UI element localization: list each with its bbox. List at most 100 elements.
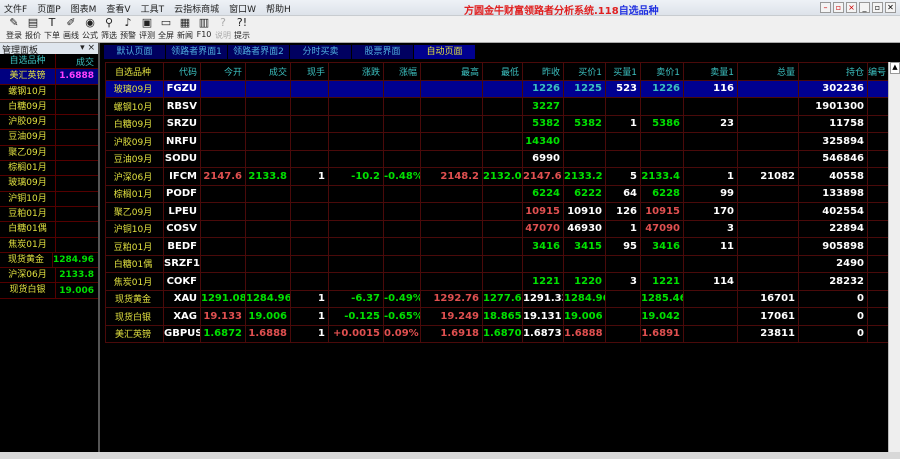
table-row[interactable]: 沪铜10月 COSV 47070 46930 1 47090 3 22894 [105,219,889,238]
child-minimize-icon[interactable]: – [820,2,831,13]
panel-row[interactable]: 棕榈01月 [0,161,98,177]
menu-item[interactable]: 页面P [37,2,60,15]
table-cell: 0.09% [383,324,421,343]
column-header[interactable]: 卖量1 [683,62,738,81]
toolbar-button[interactable]: ◉ 公式 [80,16,100,42]
child-close-icon[interactable]: × [846,2,857,13]
panel-row[interactable]: 聚乙09月 [0,145,98,162]
panel-close-icon[interactable]: ▾ × [80,43,95,53]
column-header[interactable]: 编号 [867,62,889,81]
panel-row[interactable]: 现货黄金 1284.96 [0,252,98,269]
close-icon[interactable]: ✕ [885,2,896,13]
table-row[interactable]: 现货白银 XAG 19.133 19.006 1 -0.125 -0.65% 19.249 18… [105,307,889,326]
column-header[interactable]: 成交 [245,62,291,81]
table-cell: 170 [683,202,738,221]
table-row[interactable]: 螺钢10月 RBSV 3227 1901300 [105,97,889,116]
table-cell: 1.6872 [200,324,246,343]
vertical-scrollbar[interactable]: ▲ [888,62,900,452]
menu-item[interactable]: 窗口W [229,2,256,15]
column-header[interactable]: 总量 [737,62,799,81]
panel-row[interactable]: 现货白银 19.006 [0,283,98,299]
table-row[interactable]: 白糖09月 SRZU 5382 5382 1 5386 23 11758 [105,114,889,133]
toolbar-button[interactable]: ♪ 预警 [118,16,138,42]
toolbar-button[interactable]: ▭ 全屏 [156,16,176,42]
menu-item[interactable]: 文件F [4,2,27,15]
table-cell [683,97,738,116]
tab-4[interactable]: 股票界面 [352,45,414,59]
menu-item[interactable]: 图表M [71,2,97,15]
column-header[interactable]: 持仓 [798,62,868,81]
menu-item[interactable]: 工具T [141,2,165,15]
column-header[interactable]: 最低 [482,62,523,81]
toolbar-button[interactable]: ▦ 新闻 [175,16,195,42]
minimize-icon[interactable]: _ [859,2,870,13]
table-cell: 2147.6 [522,167,564,186]
table-row[interactable]: 豆油09月 SODU 6990 546846 [105,149,889,168]
tab-0[interactable]: 默认页面 [104,45,166,59]
panel-row[interactable]: 豆粕01月 [0,206,98,223]
table-row[interactable]: 美汇英镑GBPUSD1.68721.68881+0.00150.09%1.691… [105,324,889,343]
table-row[interactable]: 现货黄金 XAU 1291.08 1284.96 1 -6.37 -0.49% 1292.76… [105,289,889,308]
scroll-up-icon[interactable]: ▲ [890,62,900,74]
column-header[interactable]: 最高 [420,62,483,81]
menu-item[interactable]: 查看V [106,2,130,15]
menu-item[interactable]: 云指标商城 [174,2,219,15]
panel-row[interactable]: 沪胶09月 [0,115,98,131]
table-row[interactable]: 沪胶09月 NRFU 14340 325894 [105,132,889,151]
toolbar-button[interactable]: ⚲ 筛选 [99,16,119,42]
column-header[interactable]: 卖价1 [640,62,684,81]
column-header[interactable]: 代码 [163,62,201,81]
panel-row-name: 沪铜10月 [0,191,56,206]
column-header[interactable]: 涨幅 [383,62,421,81]
column-header[interactable]: 昨收 [522,62,564,81]
panel-row[interactable]: 螺钢10月 [0,84,98,100]
table-cell: 3415 [563,237,606,256]
panel-row[interactable]: 玻璃09月 [0,176,98,192]
table-cell: 10915 [640,202,684,221]
column-header[interactable]: 涨跌 [328,62,384,81]
toolbar-icon: ▦ [179,16,191,29]
column-header[interactable]: 买价1 [563,62,606,81]
toolbar-button[interactable]: ▣ 评测 [137,16,157,42]
tab-1[interactable]: 领路者界面1 [166,45,228,59]
toolbar-button[interactable]: ✐ 画线 [61,16,81,42]
table-cell [290,114,329,133]
restore-icon[interactable]: ▫ [872,2,883,13]
tab-5[interactable]: 自动页面 [414,45,476,59]
tab-2[interactable]: 领路者界面2 [228,45,290,59]
table-cell [482,149,523,168]
panel-row[interactable]: 白糖09月 [0,99,98,116]
panel-row[interactable]: 沪铜10月 [0,191,98,207]
toolbar-button[interactable]: ✎ 登录 [4,16,24,42]
panel-row[interactable]: 豆油09月 [0,130,98,146]
table-row[interactable]: 聚乙09月 LPEU 10915 10910 126 10915 170 402554 [105,202,889,221]
table-row[interactable]: 沪深06月 IFCM 2147.6 2133.8 1 -10.2 -0.48% 2148.2 2… [105,167,889,186]
table-row[interactable]: 玻璃09月 FGZU 1226 1225 523 1226 116 302236 [105,79,889,98]
column-header[interactable]: 现手 [290,62,329,81]
table-row[interactable]: 棕榈01月 PODF 6224 6222 64 6228 99 133898 [105,184,889,203]
table-cell [290,184,329,203]
column-header[interactable]: 买量1 [605,62,641,81]
column-header[interactable]: 自选品种 [105,62,164,81]
table-row[interactable]: 焦炭01月 COKF 1221 1220 3 1221 114 28232 [105,272,889,291]
table-row[interactable]: 豆粕01月 BEDF 3416 3415 95 3416 11 905898 [105,237,889,256]
table-cell [383,149,421,168]
panel-row[interactable]: 沪深06月 2133.8 [0,268,98,284]
table-cell: 402554 [798,202,868,221]
table-row[interactable]: 白糖01偶 SRZF1 2490 [105,254,889,273]
column-header[interactable]: 今开 [200,62,246,81]
panel-row[interactable]: 白糖01偶 [0,222,98,238]
toolbar-button[interactable]: ?! 提示 [232,16,252,42]
menu-item[interactable]: 帮助H [266,2,291,15]
panel-row[interactable]: 焦炭01月 [0,237,98,253]
toolbar-button[interactable]: ▥ F10 [194,16,214,42]
management-panel: 管理面板 ▾ × 自选品种 成交 美汇英镑 1.6888 螺钢10月 白糖09月 沪胶09月豆… [0,43,100,459]
toolbar-icon: T [48,16,56,29]
panel-row[interactable]: 美汇英镑 1.6888 [0,69,98,85]
toolbar-button[interactable]: T 下单 [42,16,62,42]
toolbar-button[interactable]: ? 说明 [213,16,233,42]
table-cell [867,79,889,98]
child-restore-icon[interactable]: ▫ [833,2,844,13]
toolbar-button[interactable]: ▤ 报价 [23,16,43,42]
tab-3[interactable]: 分时买卖 [290,45,352,59]
